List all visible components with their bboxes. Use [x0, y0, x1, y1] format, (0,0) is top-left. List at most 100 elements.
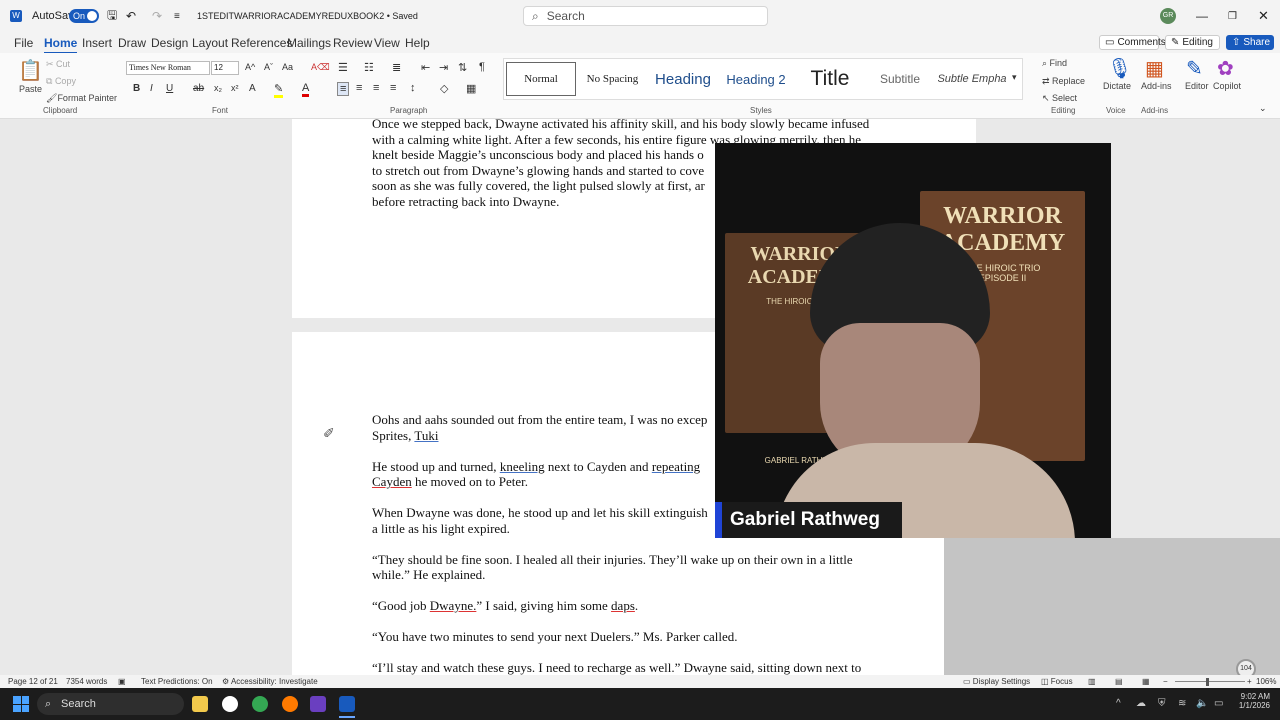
line-spacing-icon[interactable]: ↕: [410, 82, 416, 94]
minimize-icon[interactable]: —: [1196, 0, 1208, 32]
strikethrough-icon[interactable]: ab: [193, 83, 204, 94]
subscript-icon[interactable]: x₂: [214, 83, 222, 93]
copilot-icon[interactable]: ✿: [1217, 56, 1234, 81]
document-title[interactable]: 1STEDITWARRIORACADEMYREDUXBOOK2 • Saved: [197, 0, 418, 32]
copy-button[interactable]: ⧉ Copy: [46, 76, 76, 87]
security-icon[interactable]: ⛨: [1158, 698, 1166, 709]
replace-button[interactable]: ⇄ Replace: [1042, 76, 1085, 87]
clock[interactable]: 9:02 AM 1/1/2026: [1230, 692, 1270, 710]
print-layout-icon[interactable]: ▤: [1115, 677, 1123, 686]
tab-home[interactable]: Home: [44, 36, 78, 54]
highlight-icon[interactable]: ✎: [274, 82, 284, 98]
wifi-icon[interactable]: ≋: [1178, 698, 1186, 709]
page-count[interactable]: Page 12 of 21: [8, 677, 58, 686]
zoom-slider-thumb[interactable]: [1206, 678, 1209, 686]
shading-icon[interactable]: ◇: [440, 82, 448, 95]
restore-icon[interactable]: ❐: [1228, 0, 1237, 32]
volume-icon[interactable]: 🔈: [1196, 698, 1208, 709]
grow-font-icon[interactable]: A^: [245, 62, 255, 72]
paste-button[interactable]: Paste: [19, 84, 42, 94]
share-button[interactable]: ⇧ Share: [1226, 35, 1274, 50]
file-explorer-icon[interactable]: [192, 696, 208, 712]
tab-mailings[interactable]: Mailings: [287, 36, 331, 50]
bold-icon[interactable]: B: [133, 83, 140, 94]
proofing-icon[interactable]: ▣: [118, 677, 126, 686]
chrome-icon[interactable]: [252, 696, 268, 712]
find-button[interactable]: ⌕ Find: [1042, 58, 1067, 69]
increase-indent-icon[interactable]: ⇥: [439, 61, 448, 74]
underline-icon[interactable]: U: [166, 83, 173, 94]
word-count[interactable]: 7354 words: [66, 677, 107, 686]
paste-icon[interactable]: 📋: [18, 58, 43, 83]
cut-button[interactable]: ✂ Cut: [46, 59, 70, 70]
style-normal[interactable]: Normal: [506, 62, 576, 96]
firefox-icon[interactable]: [282, 696, 298, 712]
tab-design[interactable]: Design: [151, 36, 188, 50]
format-painter-button[interactable]: 🖌Format Painter: [46, 93, 117, 104]
style-subtle-emphasis[interactable]: Subtle Empha: [938, 62, 1006, 96]
change-case-icon[interactable]: Aa: [282, 62, 293, 72]
addins-button[interactable]: Add-ins: [1141, 81, 1172, 91]
magic-pen-icon[interactable]: ✐: [323, 425, 335, 442]
copilot-button[interactable]: Copilot: [1213, 81, 1241, 91]
display-settings[interactable]: ▭ Display Settings: [963, 677, 1030, 686]
tab-help[interactable]: Help: [405, 36, 430, 50]
dictate-button[interactable]: Dictate: [1103, 81, 1131, 91]
style-title[interactable]: Title: [800, 62, 860, 96]
customize-icon[interactable]: ≡: [174, 0, 180, 32]
comments-button[interactable]: ▭ Comments: [1099, 35, 1166, 50]
style-heading-2[interactable]: Heading 2: [722, 62, 790, 96]
numbering-icon[interactable]: ☷: [364, 61, 374, 74]
autosave-toggle[interactable]: On: [69, 0, 99, 32]
style-subtitle[interactable]: Subtitle: [868, 62, 932, 96]
word-taskbar-icon[interactable]: [339, 696, 355, 712]
cloud-icon[interactable]: ☁: [1136, 698, 1146, 709]
battery-icon[interactable]: ▭: [1214, 698, 1223, 709]
redo-icon[interactable]: ↷: [152, 0, 162, 32]
focus-mode[interactable]: ◫ Focus: [1041, 677, 1073, 686]
tab-view[interactable]: View: [374, 36, 400, 50]
style-heading[interactable]: Heading: [650, 62, 716, 96]
justify-icon[interactable]: ≡: [390, 82, 396, 94]
superscript-icon[interactable]: x²: [231, 83, 239, 93]
text-predictions[interactable]: Text Predictions: On: [141, 677, 213, 686]
microphone-icon[interactable]: 🎙: [1107, 56, 1132, 81]
editing-mode-button[interactable]: ✎ Editing: [1165, 35, 1220, 50]
web-layout-icon[interactable]: ▦: [1142, 677, 1150, 686]
font-name-select[interactable]: Times New Roman: [126, 61, 210, 75]
avatar[interactable]: GR: [1160, 0, 1176, 32]
zoom-slider[interactable]: [1175, 681, 1245, 682]
tab-review[interactable]: Review: [333, 36, 372, 50]
multilevel-list-icon[interactable]: ≣: [392, 61, 401, 74]
zoom-out-icon[interactable]: −: [1163, 677, 1168, 686]
taskbar-search[interactable]: ⌕ Search: [37, 693, 184, 715]
sort-icon[interactable]: ⇅: [458, 61, 467, 74]
editor-icon[interactable]: ✎: [1186, 56, 1203, 81]
collapse-ribbon-icon[interactable]: ⌄: [1259, 103, 1267, 114]
tab-file[interactable]: File: [14, 36, 33, 50]
chatgpt-icon[interactable]: [222, 696, 238, 712]
tab-layout[interactable]: Layout: [192, 36, 228, 50]
shrink-font-icon[interactable]: Aˇ: [264, 62, 273, 72]
clear-formatting-icon[interactable]: A⌫: [311, 62, 330, 73]
editor-button[interactable]: Editor: [1185, 81, 1209, 91]
align-right-icon[interactable]: ≡: [373, 82, 379, 94]
tab-references[interactable]: References: [231, 36, 292, 50]
close-icon[interactable]: ✕: [1258, 0, 1269, 32]
search-input[interactable]: ⌕ Search: [523, 6, 768, 26]
bullets-icon[interactable]: ☰: [338, 61, 348, 74]
font-size-select[interactable]: 12: [211, 61, 239, 75]
undo-icon[interactable]: ↶: [126, 0, 136, 32]
save-icon[interactable]: 🖫: [107, 0, 117, 32]
zoom-level[interactable]: 106%: [1256, 677, 1276, 686]
italic-icon[interactable]: I: [150, 83, 153, 94]
align-left-icon[interactable]: ≡: [337, 82, 350, 96]
windows-start-icon[interactable]: [13, 696, 29, 712]
borders-icon[interactable]: ▦: [466, 82, 476, 95]
font-color-icon[interactable]: A: [302, 82, 310, 97]
pilcrow-icon[interactable]: ¶: [479, 61, 485, 73]
styles-more-icon[interactable]: ▾: [1012, 72, 1017, 83]
text-effects-icon[interactable]: A: [249, 83, 256, 94]
addins-icon[interactable]: ▦: [1145, 56, 1164, 81]
accessibility-status[interactable]: ⚙ Accessibility: Investigate: [222, 677, 318, 686]
